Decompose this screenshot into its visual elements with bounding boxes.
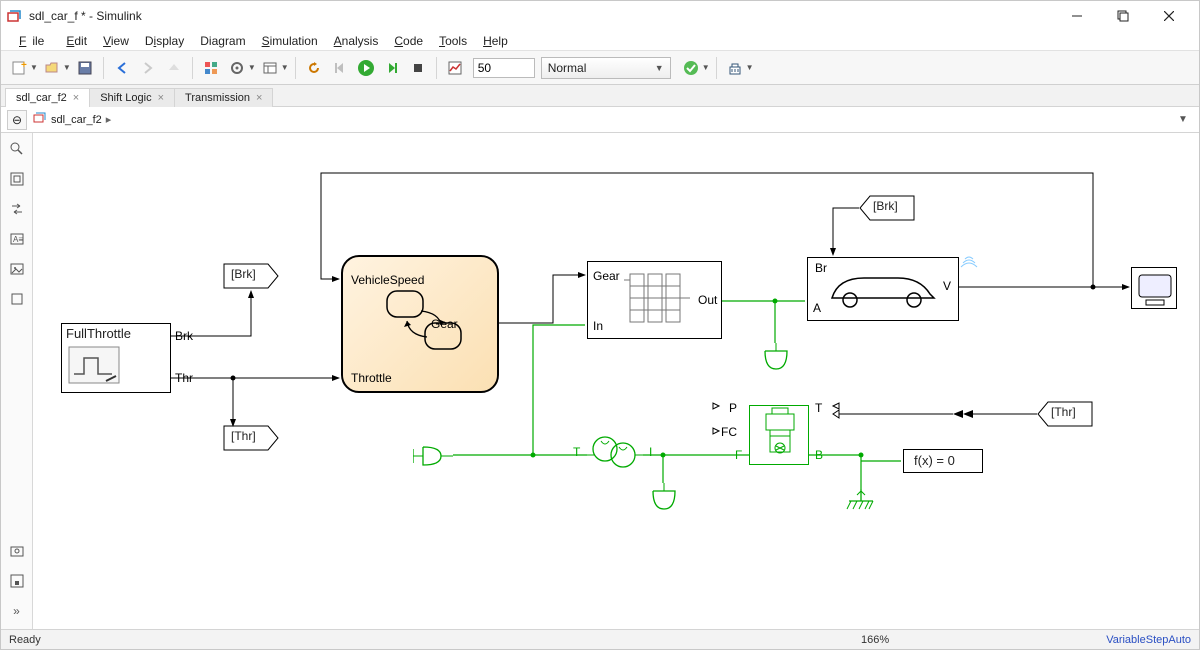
data-inspector-button[interactable] — [443, 56, 467, 80]
menu-view[interactable]: View — [97, 32, 135, 50]
palette: A≡ » — [1, 133, 33, 629]
breadcrumb-overflow-button[interactable]: ▼ — [1173, 110, 1193, 130]
wires — [33, 133, 1199, 629]
breadcrumb-bar: ⊖ sdl_car_f2 ▸ ▼ — [1, 107, 1199, 133]
image-tool-icon[interactable] — [7, 259, 27, 279]
breadcrumb-hide-button[interactable]: ⊖ — [7, 110, 27, 130]
model-explorer-caret-icon[interactable]: ▼ — [281, 63, 289, 72]
breadcrumb[interactable]: sdl_car_f2 ▸ — [33, 111, 111, 128]
expand-palette-icon[interactable]: » — [7, 601, 27, 621]
stop-time-input[interactable] — [473, 58, 535, 78]
swap-tool-icon[interactable] — [7, 199, 27, 219]
menu-bar: File Edit View Display Diagram Simulatio… — [1, 31, 1199, 51]
status-solver[interactable]: VariableStepAuto — [1106, 634, 1191, 646]
menu-display[interactable]: Display — [139, 32, 190, 50]
new-model-caret-icon[interactable]: ▼ — [30, 63, 38, 72]
model-config-caret-icon[interactable]: ▼ — [248, 63, 256, 72]
close-tab-icon[interactable]: × — [73, 92, 79, 104]
fast-restart-button[interactable] — [302, 56, 326, 80]
close-tab-icon[interactable]: × — [256, 92, 262, 104]
annotate-tool-icon[interactable]: A≡ — [7, 229, 27, 249]
zoom-tool-icon[interactable] — [7, 139, 27, 159]
svg-text:+: + — [21, 60, 27, 71]
menu-code[interactable]: Code — [388, 32, 429, 50]
viewmark-tool-icon[interactable] — [7, 289, 27, 309]
menu-file[interactable]: File — [13, 32, 56, 50]
status-zoom: 166% — [861, 634, 889, 646]
step-forward-button[interactable] — [380, 56, 404, 80]
build-caret-icon[interactable]: ▼ — [746, 63, 754, 72]
nav-up-button[interactable] — [162, 56, 186, 80]
screenshot-tool-icon[interactable] — [7, 541, 27, 561]
build-button[interactable] — [723, 56, 747, 80]
tab-label: Transmission — [185, 92, 250, 104]
menu-tools[interactable]: Tools — [433, 32, 473, 50]
open-button[interactable] — [40, 56, 64, 80]
fit-view-icon[interactable] — [7, 169, 27, 189]
document-tabs: sdl_car_f2 × Shift Logic × Transmission … — [1, 85, 1199, 107]
minimize-button[interactable] — [1063, 6, 1091, 26]
model-config-button[interactable] — [225, 56, 249, 80]
simulation-mode-label: Normal — [548, 61, 587, 75]
tab-shift-logic[interactable]: Shift Logic × — [89, 88, 175, 107]
status-ready: Ready — [9, 634, 41, 646]
simulation-mode-select[interactable]: Normal ▼ — [541, 57, 671, 79]
simulink-app-icon — [7, 8, 23, 24]
tab-label: sdl_car_f2 — [16, 92, 67, 104]
main-toolbar: + ▼ ▼ ▼ ▼ Normal ▼ ▼ ▼ — [1, 51, 1199, 85]
status-bar: Ready 166% VariableStepAuto — [1, 629, 1199, 649]
step-back-button[interactable] — [328, 56, 352, 80]
save-button[interactable] — [73, 56, 97, 80]
record-tool-icon[interactable] — [7, 571, 27, 591]
library-browser-button[interactable] — [199, 56, 223, 80]
maximize-button[interactable] — [1109, 6, 1137, 26]
nav-back-button[interactable] — [110, 56, 134, 80]
menu-edit[interactable]: Edit — [60, 32, 93, 50]
stop-button[interactable] — [406, 56, 430, 80]
window-title: sdl_car_f * - Simulink — [29, 9, 1063, 23]
diagram-canvas[interactable]: FullThrottle Brk Thr [Brk] [Thr] — [33, 133, 1199, 629]
menu-help[interactable]: Help — [477, 32, 514, 50]
close-button[interactable] — [1155, 6, 1183, 26]
tab-sdl-car-f2[interactable]: sdl_car_f2 × — [5, 88, 90, 107]
tab-transmission[interactable]: Transmission × — [174, 88, 273, 107]
breadcrumb-root: sdl_car_f2 — [51, 114, 102, 126]
menu-analysis[interactable]: Analysis — [328, 32, 385, 50]
tab-label: Shift Logic — [100, 92, 151, 104]
menu-diagram[interactable]: Diagram — [194, 32, 251, 50]
model-explorer-button[interactable] — [258, 56, 282, 80]
open-caret-icon[interactable]: ▼ — [63, 63, 71, 72]
simulink-model-icon — [33, 111, 47, 128]
checkmark-caret-icon[interactable]: ▼ — [702, 63, 710, 72]
new-model-button[interactable]: + — [7, 56, 31, 80]
run-button[interactable] — [354, 56, 378, 80]
checkmark-button[interactable] — [679, 56, 703, 80]
close-tab-icon[interactable]: × — [158, 92, 164, 104]
chevron-right-icon: ▸ — [106, 113, 112, 126]
chevron-down-icon: ▼ — [655, 63, 664, 73]
nav-forward-button[interactable] — [136, 56, 160, 80]
menu-simulation[interactable]: Simulation — [256, 32, 324, 50]
svg-text:A≡: A≡ — [13, 235, 23, 244]
